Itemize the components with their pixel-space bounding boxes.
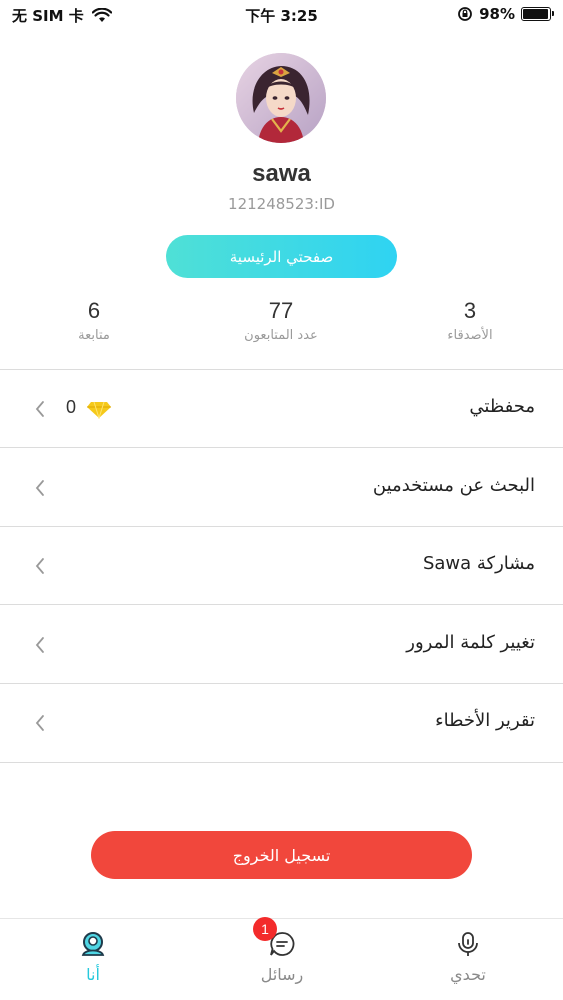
menu-item-label: تغيير كلمة المرور [406,632,535,653]
microphone-icon [458,932,478,956]
stat-friends-label: الأصدقاء [447,328,493,343]
diamond-icon [87,401,111,419]
chevron-left-icon [35,637,44,653]
tab-messages[interactable]: رسائل [222,931,342,984]
divider [0,762,563,763]
stat-friends-value: 3 [463,298,477,323]
divider [0,447,563,448]
avatar-image [236,53,326,143]
stat-following-label: متابعة [78,328,110,343]
chevron-left-icon [35,558,44,574]
menu-item-change-password[interactable]: تغيير كلمة المرور [0,606,563,684]
tab-challenge-label: تحدي [450,965,486,984]
stat-followers-value: 77 [268,298,294,323]
logout-button[interactable]: تسجيل الخروج [91,831,472,879]
chevron-left-icon [35,480,44,496]
user-icon [81,932,105,956]
divider [0,604,563,605]
stat-friends[interactable]: 3 الأصدقاء [400,298,540,343]
tab-messages-label: رسائل [260,965,304,984]
tab-me[interactable]: أنا [33,931,153,984]
tab-challenge[interactable]: تحدي [408,931,528,984]
messages-badge: 1 [253,917,277,941]
stat-following-value: 6 [87,298,101,323]
battery-percent: 98% [479,5,515,23]
menu-item-wallet[interactable]: 0 محفظتي [0,370,563,448]
status-right: 98% [457,5,554,23]
menu-item-label: تقرير الأخطاء [435,710,535,731]
orientation-lock-icon [458,7,472,21]
status-bar: 无 SIM 卡 下午 3:25 98% [0,0,563,30]
menu-item-bug-report[interactable]: تقرير الأخطاء [0,684,563,762]
menu-item-label: البحث عن مستخدمين [372,475,535,496]
wallet-balance: 0 [66,397,77,417]
tab-bar: أنا رسائل تحدي [0,918,563,1000]
battery-icon [521,7,554,21]
stat-following[interactable]: 6 متابعة [24,298,164,343]
menu-item-search-users[interactable]: البحث عن مستخدمين [0,449,563,527]
tab-me-label: أنا [86,965,100,984]
avatar[interactable] [236,53,326,143]
chevron-left-icon [35,715,44,731]
battery-fill [523,9,549,19]
stat-followers[interactable]: 77 عدد المتابعون [211,298,351,343]
chevron-left-icon [35,401,44,417]
my-homepage-button[interactable]: صفحتي الرئيسية [166,235,397,278]
username: sawa [252,160,311,187]
stat-followers-label: عدد المتابعون [244,328,318,343]
menu-item-share-sawa[interactable]: مشاركة Sawa [0,527,563,605]
user-id: 121248523:ID [228,195,335,213]
menu-item-label: مشاركة Sawa [422,553,535,574]
wallet-label: محفظتي [469,396,535,417]
